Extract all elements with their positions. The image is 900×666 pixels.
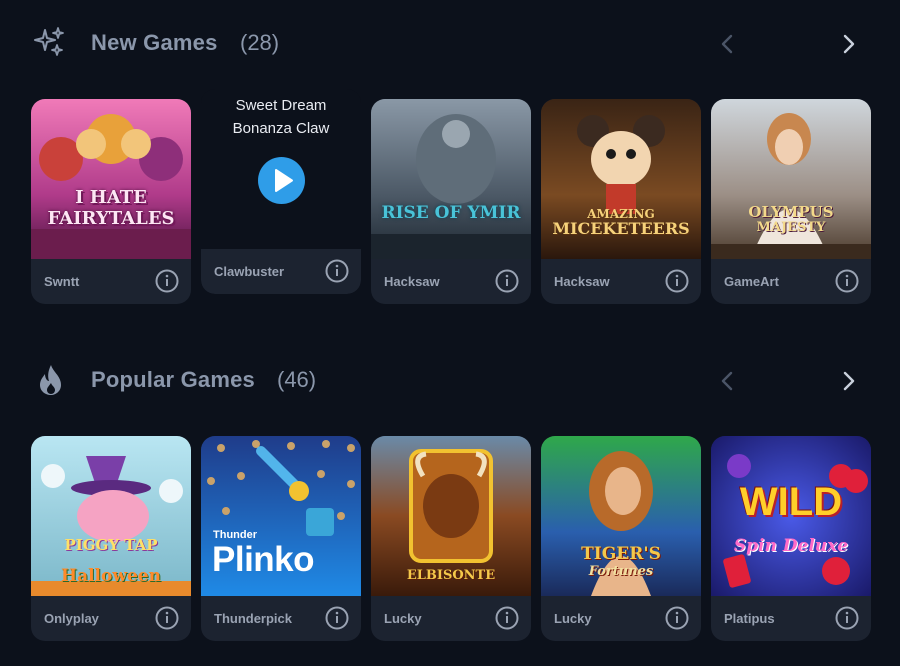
game-thumbnail[interactable]: I HATE FAIRYTALES [31, 99, 191, 259]
game-thumbnail[interactable]: TIGER'S Fortunes [541, 436, 701, 596]
card-footer: Swntt [31, 259, 191, 304]
game-card[interactable]: Thunder Plinko Thunderpick [201, 436, 361, 641]
new-games-list: I HATE FAIRYTALES Swntt Sweet Dream Bona… [31, 89, 881, 309]
game-art-title: I HATE FAIRYTALES [47, 187, 175, 229]
info-icon[interactable] [665, 269, 689, 293]
game-art-title: TIGER'S [581, 544, 661, 564]
game-art-title: Spin Deluxe [733, 536, 849, 556]
info-icon[interactable] [155, 269, 179, 293]
card-footer: Lucky [541, 596, 701, 641]
game-title-line: Bonanza Claw [232, 120, 330, 137]
provider-name: Onlyplay [44, 611, 99, 626]
provider-name: Lucky [384, 611, 422, 626]
info-icon[interactable] [835, 606, 859, 630]
section-count: (46) [277, 367, 317, 392]
info-icon[interactable] [325, 259, 349, 283]
game-art-title: Fortunes [588, 564, 654, 579]
chevron-left-icon[interactable] [714, 30, 742, 58]
game-thumbnail[interactable]: PIGGY TAP Halloween [31, 436, 191, 596]
game-hover-overlay[interactable]: Sweet Dream Bonanza Claw [201, 89, 361, 249]
game-card[interactable]: I HATE FAIRYTALES Swntt [31, 99, 191, 304]
provider-name: Hacksaw [554, 274, 610, 289]
game-card[interactable]: WILD Spin Deluxe Platipus [711, 436, 871, 641]
card-footer: Hacksaw [541, 259, 701, 304]
play-button[interactable] [258, 157, 305, 204]
game-art-image [31, 99, 191, 259]
popular-games-header: Popular Games (46) [0, 361, 900, 401]
game-art-title: ELBISONTE [406, 568, 496, 583]
game-card-hovered[interactable]: Sweet Dream Bonanza Claw Clawbuster [201, 89, 361, 294]
game-art-title: WILD [739, 480, 843, 524]
sparkles-icon [34, 27, 64, 56]
game-art-title: PIGGY TAP [64, 536, 158, 554]
section-count: (28) [240, 30, 280, 55]
info-icon[interactable] [155, 606, 179, 630]
flame-icon [40, 365, 61, 395]
popular-games-list: PIGGY TAP Halloween Onlyplay Thunder Pli… [31, 436, 881, 646]
game-art-title: Halloween [61, 566, 161, 586]
card-footer: Hacksaw [371, 259, 531, 304]
game-art-title: MAJESTY [756, 220, 826, 235]
play-icon [275, 169, 293, 192]
card-footer: Onlyplay [31, 596, 191, 641]
game-thumbnail[interactable]: OLYMPUS MAJESTY [711, 99, 871, 259]
section-title: Popular Games [91, 367, 255, 392]
game-art-title: RISE OF YMIR [381, 203, 521, 223]
game-card[interactable]: OLYMPUS MAJESTY GameArt [711, 99, 871, 304]
provider-name: Hacksaw [384, 274, 440, 289]
game-art-title: OLYMPUS [748, 203, 834, 221]
game-thumbnail[interactable]: ELBISONTE [371, 436, 531, 596]
chevron-right-icon[interactable] [834, 30, 862, 58]
provider-name: Clawbuster [214, 264, 285, 279]
card-footer: Clawbuster [201, 249, 361, 294]
game-thumbnail[interactable]: Thunder Plinko [201, 436, 361, 596]
chevron-right-icon[interactable] [834, 367, 862, 395]
chevron-left-icon[interactable] [714, 367, 742, 395]
provider-name: Thunderpick [214, 611, 293, 626]
new-games-header: New Games (28) [0, 24, 900, 64]
info-icon[interactable] [665, 606, 689, 630]
info-icon[interactable] [495, 269, 519, 293]
provider-name: Swntt [44, 274, 80, 289]
game-art-title: MICEKETEERS [552, 219, 690, 238]
card-footer: Lucky [371, 596, 531, 641]
game-title-line: Sweet Dream [235, 97, 327, 114]
provider-name: Platipus [724, 611, 775, 626]
game-art-title: Plinko [212, 540, 315, 579]
provider-name: GameArt [724, 274, 779, 289]
game-thumbnail[interactable]: RISE OF YMIR [371, 99, 531, 259]
card-footer: GameArt [711, 259, 871, 304]
info-icon[interactable] [325, 606, 349, 630]
game-card[interactable]: ELBISONTE Lucky [371, 436, 531, 641]
info-icon[interactable] [835, 269, 859, 293]
card-footer: Thunderpick [201, 596, 361, 641]
game-card[interactable]: TIGER'S Fortunes Lucky [541, 436, 701, 641]
section-title: New Games [91, 30, 218, 55]
game-title: Sweet Dream Bonanza Claw [211, 94, 351, 140]
game-art-image [711, 99, 871, 259]
game-card[interactable]: AMAZING MICEKETEERS Hacksaw [541, 99, 701, 304]
game-card[interactable]: RISE OF YMIR Hacksaw [371, 99, 531, 304]
game-thumbnail[interactable]: WILD Spin Deluxe [711, 436, 871, 596]
info-icon[interactable] [495, 606, 519, 630]
game-thumbnail[interactable]: AMAZING MICEKETEERS [541, 99, 701, 259]
game-art-image [371, 99, 531, 259]
game-card[interactable]: PIGGY TAP Halloween Onlyplay [31, 436, 191, 641]
provider-name: Lucky [554, 611, 592, 626]
card-footer: Platipus [711, 596, 871, 641]
